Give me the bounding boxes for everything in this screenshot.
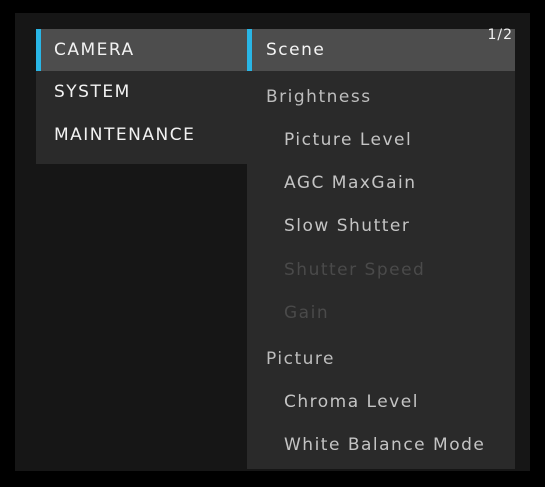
submenu-item-scene[interactable]: Scene 1/2 [247,27,515,71]
main-menu-item-label: CAMERA [54,40,135,60]
submenu-group-label: Picture [266,349,335,369]
submenu-item-picture-level[interactable]: Picture Level [247,119,515,161]
selection-indicator [36,29,41,71]
main-menu: CAMERA SYSTEM MAINTENANCE [36,29,247,164]
main-menu-item-system[interactable]: SYSTEM [36,71,247,113]
submenu-item-agc-maxgain[interactable]: AGC MaxGain [247,162,515,204]
main-menu-item-label: MAINTENANCE [54,125,196,145]
submenu-item-label: Picture Level [284,130,413,150]
submenu-item-label: Chroma Level [284,392,419,412]
main-menu-item-camera[interactable]: CAMERA [36,29,247,71]
submenu-item-label: AGC MaxGain [284,173,417,193]
selection-indicator [247,29,252,71]
submenu-item-shutter-speed: Shutter Speed [247,249,515,291]
main-menu-item-label: SYSTEM [54,82,131,102]
submenu-item-label: Slow Shutter [284,216,411,236]
page-indicator: 1/2 [487,27,513,43]
submenu-item-chroma-level[interactable]: Chroma Level [247,381,515,423]
submenu-item-label: Scene [266,40,326,60]
camera-submenu: Scene 1/2 Brightness Picture Level AGC M… [247,27,515,469]
submenu-item-label: White Balance Mode [284,435,486,455]
submenu-group-label: Brightness [266,87,372,107]
submenu-group-picture: Picture [247,338,515,380]
submenu-item-slow-shutter[interactable]: Slow Shutter [247,205,515,247]
menu-screen: CAMERA SYSTEM MAINTENANCE Scene 1/2 Brig… [0,0,545,487]
submenu-item-label: Shutter Speed [284,260,426,280]
submenu-item-white-balance-mode[interactable]: White Balance Mode [247,424,515,466]
submenu-item-gain: Gain [247,292,515,334]
submenu-item-label: Gain [284,303,330,323]
main-menu-item-maintenance[interactable]: MAINTENANCE [36,114,247,156]
submenu-group-brightness: Brightness [247,76,515,118]
